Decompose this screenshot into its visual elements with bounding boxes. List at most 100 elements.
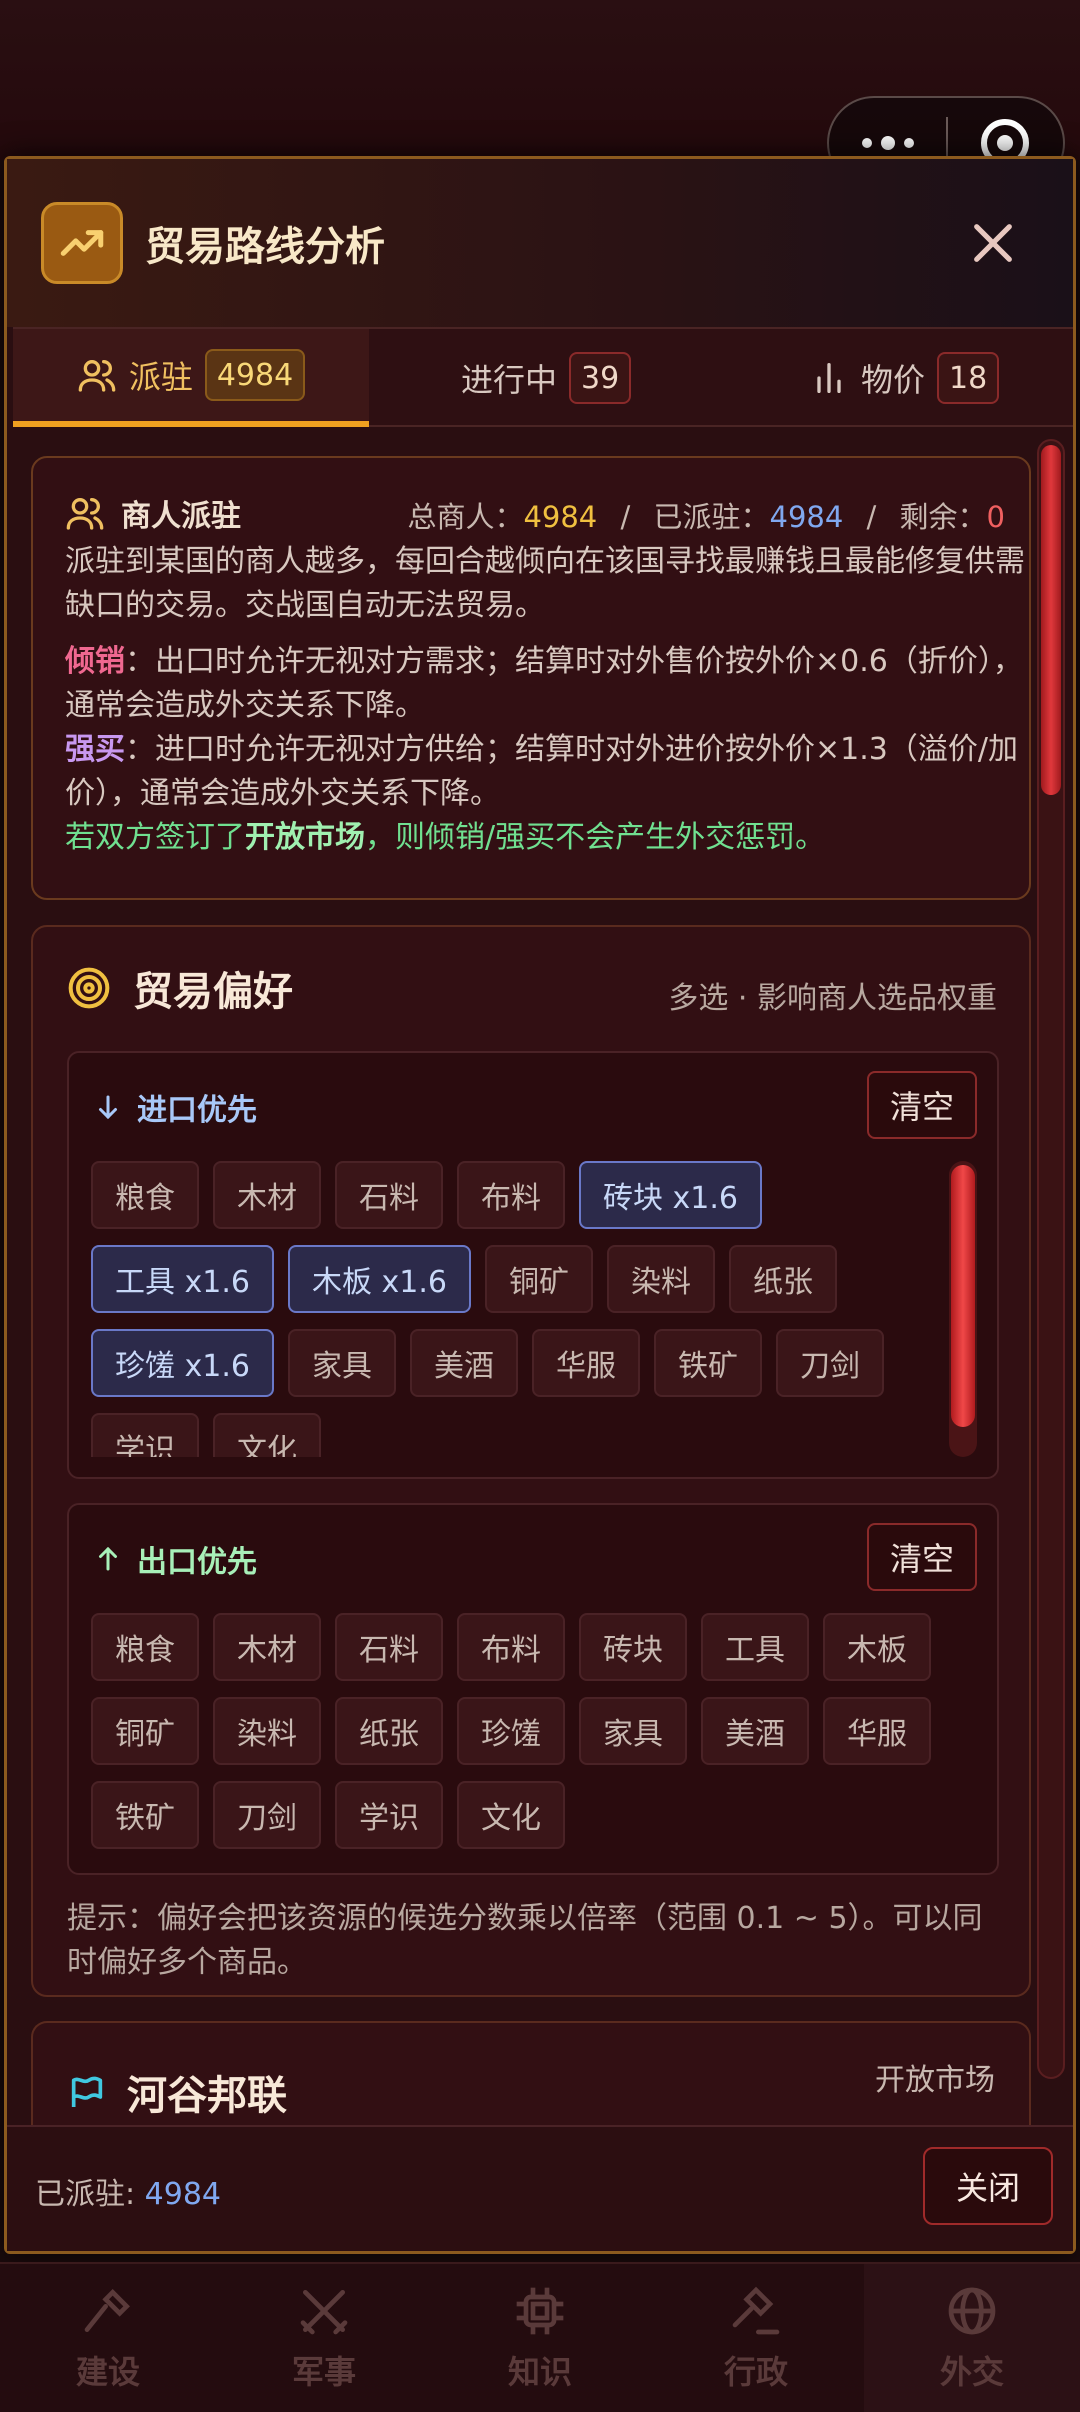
open-market-post: ，则倾销/强买不会产生外交惩罚。 — [365, 820, 826, 855]
trade-route-dialog: 贸易路线分析 派驻 4984 进行中 39 物价 18 商人派驻 总商人：498… — [4, 156, 1076, 2254]
nation-status: 开放市场 — [875, 2063, 995, 2098]
import-chip[interactable]: 纸张 — [729, 1245, 837, 1313]
export-chip[interactable]: 华服 — [823, 1697, 931, 1765]
merchant-stats: 总商人：4984 / 已派驻：4984 / 剩余：0 — [407, 494, 1005, 536]
open-market-term: 开放市场 — [245, 820, 365, 855]
footer-deployed-label: 已派驻: — [35, 2177, 145, 2212]
stats-separator: / — [620, 500, 631, 534]
gavel-icon — [732, 2286, 780, 2335]
tab-in-progress-label: 进行中 — [461, 361, 558, 399]
import-priority-panel: 进口优先 清空 粮食 木材 石料 布料 砖块 x1.6 工具 x1.6 木板 x1.6 铜矿染… — [67, 1051, 999, 1479]
export-chip[interactable]: 布料 — [457, 1613, 565, 1681]
import-chip[interactable]: 铁矿 — [654, 1329, 762, 1397]
export-clear-button[interactable]: 清空 — [867, 1523, 977, 1591]
import-chip[interactable]: 染料 — [607, 1245, 715, 1313]
more-dots-icon[interactable] — [829, 136, 946, 150]
import-chip[interactable]: 木板 x1.6 — [288, 1245, 471, 1313]
nav-military[interactable]: 军事 — [216, 2264, 432, 2412]
preference-header: 贸易偏好 多选 · 影响商人选品权重 — [67, 953, 997, 1023]
preference-tip: 提示：偏好会把该资源的候选分数乘以倍率（范围 0.1 ~ 5）。可以同时偏好多个… — [67, 1901, 983, 1980]
target-icon — [68, 967, 110, 1009]
export-chip[interactable]: 刀剑 — [213, 1781, 321, 1849]
nav-build-label: 建设 — [75, 2353, 140, 2391]
import-chip[interactable]: 木材 — [213, 1161, 321, 1229]
import-chip[interactable]: 铜矿 — [485, 1245, 593, 1313]
export-chip[interactable]: 学识 — [335, 1781, 443, 1849]
dump-term: 倾销 — [65, 644, 125, 679]
dialog-title: 贸易路线分析 — [145, 224, 385, 270]
dialog-scrollbar[interactable] — [1037, 439, 1065, 2079]
export-chip[interactable]: 美酒 — [701, 1697, 809, 1765]
import-scroll-thumb[interactable] — [951, 1165, 975, 1427]
merchant-description: 派驻到某国的商人越多，每回合越倾向在该国寻找最赚钱且最能修复供需缺口的交易。交战… — [65, 544, 1025, 623]
export-chip[interactable]: 石料 — [335, 1613, 443, 1681]
export-chip[interactable]: 铜矿 — [91, 1697, 199, 1765]
nav-knowledge-label: 知识 — [507, 2353, 572, 2391]
export-chip[interactable]: 砖块 — [579, 1613, 687, 1681]
dialog-header: 贸易路线分析 — [7, 159, 1073, 327]
import-chip[interactable]: 家具 — [288, 1329, 396, 1397]
import-chip[interactable]: 石料 — [335, 1161, 443, 1229]
import-chip[interactable]: 美酒 — [410, 1329, 518, 1397]
force-buy-description: ：进口时允许无视对方供给；结算时对外进价按外价×1.3（溢价/加价），通常会造成… — [65, 732, 1018, 811]
import-chip[interactable]: 粮食 — [91, 1161, 199, 1229]
dump-rule: 倾销：出口时允许无视对方需求；结算时对外售价按外价×0.6（折价），通常会造成外… — [65, 640, 1025, 728]
merchant-header: 商人派驻 总商人：4984 / 已派驻：4984 / 剩余：0 — [65, 488, 1005, 538]
deployed-label: 已派驻： — [653, 500, 770, 534]
tab-prices-label: 物价 — [861, 361, 926, 399]
nav-diplomacy[interactable]: 外交 — [864, 2264, 1080, 2412]
import-chip[interactable]: 刀剑 — [776, 1329, 884, 1397]
tab-in-progress-count: 39 — [569, 352, 632, 404]
total-label: 总商人： — [407, 500, 524, 534]
tab-prices-count: 18 — [937, 352, 1000, 404]
force-buy-rule: 强买：进口时允许无视对方供给；结算时对外进价按外价×1.3（溢价/加价），通常会… — [65, 728, 1025, 816]
close-button[interactable]: 关闭 — [923, 2147, 1053, 2225]
dialog-scroll-thumb[interactable] — [1041, 445, 1061, 795]
export-chip[interactable]: 铁矿 — [91, 1781, 199, 1849]
import-chip[interactable]: 珍馐 x1.6 — [91, 1329, 274, 1397]
export-chip[interactable]: 珍馐 — [457, 1697, 565, 1765]
deployed-value: 4984 — [769, 500, 844, 534]
import-chip[interactable]: 砖块 x1.6 — [579, 1161, 762, 1229]
tab-deploy[interactable]: 派驻 4984 — [13, 329, 369, 427]
export-chip[interactable]: 染料 — [213, 1697, 321, 1765]
import-chip[interactable]: 布料 — [457, 1161, 565, 1229]
globe-icon — [948, 2287, 996, 2335]
close-icon[interactable] — [965, 215, 1021, 271]
import-chip[interactable]: 文化 — [213, 1413, 321, 1457]
export-chip[interactable]: 家具 — [579, 1697, 687, 1765]
nation-header: 河谷邦联 — [67, 2063, 287, 2121]
export-chip[interactable]: 粮食 — [91, 1613, 199, 1681]
open-market-pre: 若双方签订了 — [65, 820, 245, 855]
export-chip[interactable]: 木板 — [823, 1613, 931, 1681]
export-chip[interactable]: 文化 — [457, 1781, 565, 1849]
footer-deployed-value: 4984 — [144, 2177, 222, 2212]
nav-build[interactable]: 建设 — [0, 2264, 216, 2412]
dump-description: ：出口时允许无视对方需求；结算时对外售价按外价×0.6（折价），通常会造成外交关… — [65, 644, 1023, 723]
export-chip[interactable]: 工具 — [701, 1613, 809, 1681]
import-chip[interactable]: 华服 — [532, 1329, 640, 1397]
dialog-footer: 已派驻: 4984 关闭 — [7, 2125, 1073, 2251]
export-chip-list: 粮食 木材 石料 布料 砖块 工具 木板铜矿 染料 纸张 珍馐 家具 美酒 华服铁矿 刀剑 学识 文化 — [91, 1613, 971, 1849]
arrow-down-icon — [99, 1095, 117, 1120]
export-chip[interactable]: 木材 — [213, 1613, 321, 1681]
crossed-swords-icon — [300, 2290, 348, 2335]
import-chip[interactable]: 学识 — [91, 1413, 199, 1457]
nav-knowledge[interactable]: 知识 — [432, 2264, 648, 2412]
import-chip[interactable]: 工具 x1.6 — [91, 1245, 274, 1313]
arrow-up-icon — [99, 1546, 117, 1571]
trade-preference-card: 贸易偏好 多选 · 影响商人选品权重 进口优先 清空 粮食 木材 石料 布料 砖块 x1… — [31, 925, 1031, 1997]
tab-prices[interactable]: 物价 18 — [809, 329, 1000, 427]
merchant-deploy-card: 商人派驻 总商人：4984 / 已派驻：4984 / 剩余：0 派驻到某国的商人… — [31, 456, 1031, 900]
bottom-nav: 建设 军事 知识 行政 外交 — [0, 2262, 1080, 2412]
import-clear-button[interactable]: 清空 — [867, 1071, 977, 1139]
import-scrollbar[interactable] — [949, 1161, 977, 1457]
tab-in-progress[interactable]: 进行中 39 — [461, 329, 632, 427]
users-icon — [66, 498, 104, 530]
nav-admin[interactable]: 行政 — [648, 2264, 864, 2412]
nation-card[interactable]: 河谷邦联 开放市场 — [31, 2021, 1031, 2127]
export-header: 出口优先 — [93, 1537, 257, 1581]
export-chip[interactable]: 纸张 — [335, 1697, 443, 1765]
stats-separator: / — [866, 500, 877, 534]
remaining-value: 0 — [986, 500, 1005, 534]
